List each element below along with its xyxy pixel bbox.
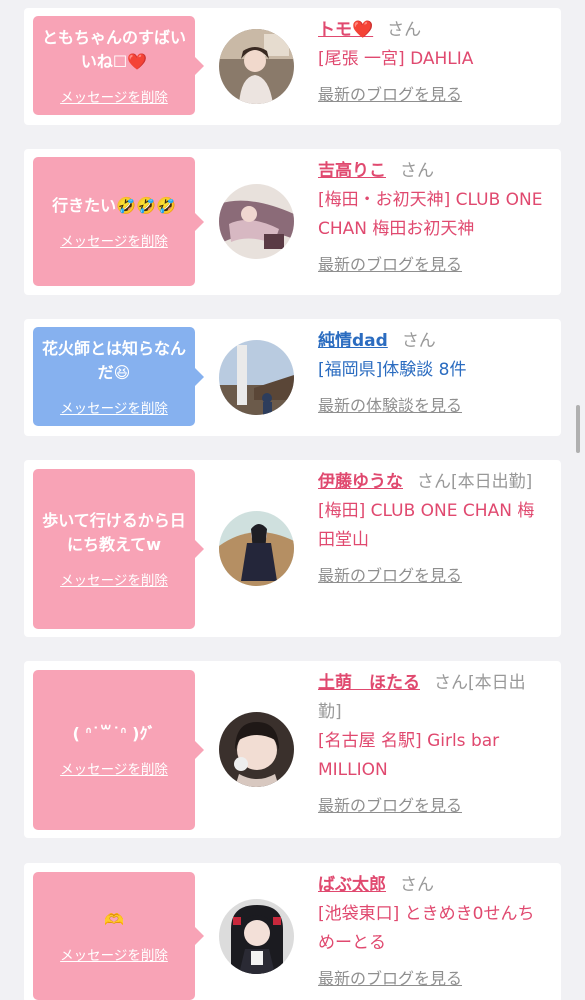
latest-review-link[interactable]: 最新の体験談を見る — [318, 391, 462, 420]
user-info: 伊藤ゆうな さん[本日出勤] [梅田] CLUB ONE CHAN 梅田堂山 最新… — [318, 468, 548, 591]
user-info: 吉高りこ さん [梅田・お初天神] CLUB ONE CHAN 梅田お初天神 最新… — [318, 157, 548, 280]
avatar[interactable] — [219, 184, 294, 259]
avatar[interactable] — [219, 899, 294, 974]
message-text: 🫶 — [104, 910, 124, 929]
latest-blog-link[interactable]: 最新のブログを見る — [318, 791, 462, 820]
message-text: 行きたい🤣🤣🤣 — [52, 195, 176, 215]
honorific: さん — [401, 331, 436, 351]
honorific: さん — [400, 875, 434, 895]
message-text: ( ᐢ˙꒳˙ᐢ )ｸﾞ — [72, 724, 156, 743]
user-info: 土萌 ほたる さん[本日出勤] [名古屋 名駅] Girls bar MILLIO… — [318, 669, 548, 821]
latest-blog-link[interactable]: 最新のブログを見る — [318, 80, 462, 109]
honorific: さん — [400, 161, 434, 181]
delete-message-link[interactable]: メッセージを削除 — [60, 86, 168, 106]
delete-message-link[interactable]: メッセージを削除 — [60, 758, 168, 778]
user-name-link[interactable]: 土萌 ほたる — [318, 673, 420, 693]
delete-message-link[interactable]: メッセージを削除 — [60, 230, 168, 250]
list-item: ( ᐢ˙꒳˙ᐢ )ｸﾞ メッセージを削除 土萌 ほたる さん[本日出勤] [名古屋… — [24, 661, 561, 838]
delete-message-link[interactable]: メッセージを削除 — [60, 944, 168, 964]
shop-info: [梅田・お初天神] CLUB ONE CHAN 梅田お初天神 — [318, 190, 543, 239]
user-name-link[interactable]: 純情dad — [318, 331, 388, 351]
message-bubble: 🫶 メッセージを削除 — [33, 872, 204, 1000]
list-item: ともちゃんのすばいいね☐❤️ メッセージを削除 トモ❤️ さん [尾張 一宮] D… — [24, 8, 561, 125]
avatar[interactable] — [219, 712, 294, 787]
user-name-link[interactable]: ばぶ太郎 — [318, 875, 386, 895]
message-text: 花火師とは知らなんだ😆 — [41, 338, 186, 382]
list-item: 行きたい🤣🤣🤣 メッセージを削除 吉高りこ さん [梅田・お初天神] CLUB O… — [24, 149, 561, 295]
review-info: [福岡県]体験談 8件 — [318, 360, 467, 380]
honorific: さん — [387, 20, 422, 40]
bubble-pointer — [195, 56, 204, 75]
shop-info: [尾張 一宮] DAHLIA — [318, 49, 474, 69]
message-text: 歩いて行けるから日にち教えてw — [42, 511, 186, 554]
user-info: トモ❤️ さん [尾張 一宮] DAHLIA 最新のブログを見る — [318, 16, 548, 110]
bubble-pointer — [195, 927, 204, 945]
message-bubble: 行きたい🤣🤣🤣 メッセージを削除 — [33, 157, 204, 286]
latest-blog-link[interactable]: 最新のブログを見る — [318, 250, 462, 279]
list-item: 歩いて行けるから日にち教えてw メッセージを削除 伊藤ゆうな さん[本日出勤] [… — [24, 460, 561, 637]
message-bubble: 花火師とは知らなんだ😆 メッセージを削除 — [33, 327, 204, 426]
message-bubble: 歩いて行けるから日にち教えてw メッセージを削除 — [33, 469, 204, 629]
bubble-pointer — [195, 212, 204, 231]
message-bubble: ともちゃんのすばいいね☐❤️ メッセージを削除 — [33, 16, 204, 115]
shop-info: [名古屋 名駅] Girls bar MILLION — [318, 731, 500, 780]
user-name-link[interactable]: トモ❤️ — [318, 20, 373, 40]
message-bubble: ( ᐢ˙꒳˙ᐢ )ｸﾞ メッセージを削除 — [33, 670, 204, 830]
user-info: 純情dad さん [福岡県]体験談 8件 最新の体験談を見る — [318, 327, 548, 421]
delete-message-link[interactable]: メッセージを削除 — [60, 569, 168, 589]
avatar[interactable] — [219, 340, 294, 415]
avatar[interactable] — [219, 511, 294, 586]
list-item: 花火師とは知らなんだ😆 メッセージを削除 純情dad さん [福岡県]体験談 8件… — [24, 319, 561, 436]
bubble-pointer — [195, 741, 204, 759]
scrollbar-thumb[interactable] — [576, 405, 580, 453]
message-text: ともちゃんのすばいいね☐❤️ — [41, 27, 186, 71]
avatar[interactable] — [219, 29, 294, 104]
shop-info: [梅田] CLUB ONE CHAN 梅田堂山 — [318, 501, 535, 550]
list-item: 🫶 メッセージを削除 ばぶ太郎 さん [池袋東口] ときめき0せんちめーとる 最新… — [24, 863, 561, 1000]
user-name-link[interactable]: 吉高りこ — [318, 161, 386, 181]
latest-blog-link[interactable]: 最新のブログを見る — [318, 561, 462, 590]
user-name-link[interactable]: 伊藤ゆうな — [318, 472, 403, 492]
delete-message-link[interactable]: メッセージを削除 — [60, 397, 168, 417]
bubble-pointer — [195, 540, 204, 558]
bubble-pointer — [195, 367, 204, 386]
user-info: ばぶ太郎 さん [池袋東口] ときめき0せんちめーとる 最新のブログを見る — [318, 871, 548, 994]
latest-blog-link[interactable]: 最新のブログを見る — [318, 964, 462, 993]
shop-info: [池袋東口] ときめき0せんちめーとる — [318, 904, 535, 953]
honorific: さん[本日出勤] — [417, 472, 533, 492]
